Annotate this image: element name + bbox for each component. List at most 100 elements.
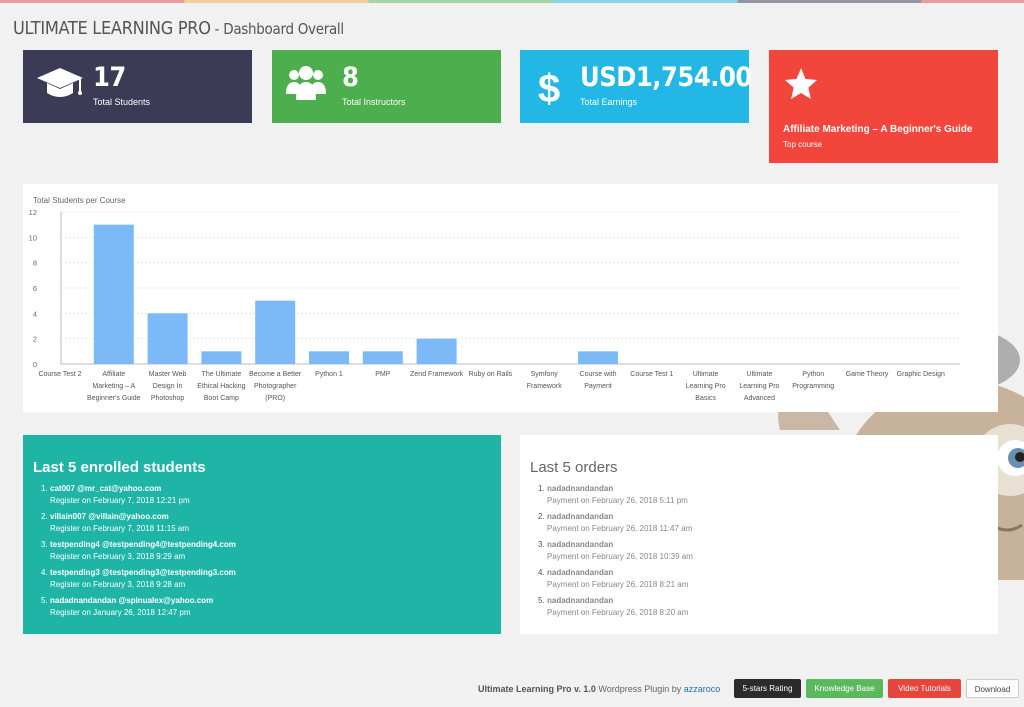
total-instructors-label: Total Instructors <box>342 97 406 107</box>
chart-bar <box>201 351 242 364</box>
chart-svg: Total Students per Course 0 2 4 6 8 10 12 Course… <box>29 196 960 402</box>
graduation-cap-icon <box>37 68 83 97</box>
payment-date: Payment on February 26, 2018 11:47 am <box>547 524 693 533</box>
download-button[interactable]: Download <box>966 679 1019 698</box>
item-number: 2. <box>41 512 48 521</box>
star-icon <box>784 68 818 99</box>
order-customer[interactable]: nadadnandandan <box>547 484 613 493</box>
order-customer[interactable]: nadadnandandan <box>547 512 613 521</box>
total-students-card: 17 Total Students <box>23 50 252 123</box>
item-number: 5. <box>538 596 545 605</box>
orders-list: 1. nadadnandandan Payment on February 26, … <box>530 484 693 624</box>
chart-title: Total Students per Course <box>33 196 126 205</box>
order-customer[interactable]: nadadnandandan <box>547 568 613 577</box>
payment-date: Payment on February 26, 2018 8:20 am <box>547 608 689 617</box>
y-tick-label: 6 <box>33 284 37 293</box>
chart-bar <box>416 338 457 364</box>
y-tick-label: 10 <box>29 233 37 242</box>
y-tick-label: 0 <box>33 360 37 369</box>
top-course-label: Top course <box>783 140 823 149</box>
chart-bar <box>362 351 403 364</box>
payment-date: Payment on February 26, 2018 8:21 am <box>547 580 689 589</box>
x-tick-label: Course with Payment <box>580 371 617 390</box>
chart-bar <box>255 300 296 364</box>
x-tick-label: Course Test 2 <box>38 371 81 378</box>
y-tick-label: 4 <box>33 309 37 318</box>
top-course-card[interactable]: Affiliate Marketing – A Beginner's Guide… <box>769 50 998 163</box>
page-subtitle: Dashboard Overall <box>223 20 344 38</box>
x-tick-label: Affiliate Marketing – A Beginner's Guide <box>87 371 141 402</box>
footer-brand: Ultimate Learning Pro v. 1.0 <box>478 684 596 694</box>
register-date: Register on January 26, 2018 12:47 pm <box>50 608 191 617</box>
x-tick-label: Python Programming <box>792 371 834 390</box>
item-number: 1. <box>538 484 545 493</box>
student-name[interactable]: testpending4 @testpending4@testpending4.… <box>50 540 236 549</box>
x-tick-label: Game Theory <box>846 371 889 378</box>
item-number: 3. <box>41 540 48 549</box>
x-tick-label: The Ultimate Ethical Hacking Boot Camp <box>197 371 245 402</box>
x-tick-label: Ultimate Learning Pro Basics <box>686 371 726 402</box>
rating-button[interactable]: 5-stars Rating <box>734 679 801 698</box>
x-tick-label: Master Web Design In Photoshop <box>149 371 187 402</box>
knowledge-base-button[interactable]: Knowledge Base <box>806 679 883 698</box>
total-earnings-card: $ USD1,754.00 Total Earnings <box>520 50 752 123</box>
payment-date: Payment on February 26, 2018 10:39 am <box>547 552 693 561</box>
title-separator: - <box>210 20 224 38</box>
x-tick-label: Course Test 1 <box>630 371 673 378</box>
x-tick-label: Ultimate Learning Pro Advanced <box>739 371 779 402</box>
student-name[interactable]: villain007 @villain@yahoo.com <box>50 512 169 521</box>
list-item: 4. testpending3 @testpending3@testpending… <box>33 568 236 596</box>
list-item: 1. nadadnandandan Payment on February 26, … <box>530 484 693 512</box>
x-tick-label: Symfony Framework <box>527 371 563 390</box>
item-number: 4. <box>538 568 545 577</box>
total-students-value: 17 <box>93 62 126 93</box>
x-tick-label: Python 1 <box>315 371 343 378</box>
top-course-name[interactable]: Affiliate Marketing – A Beginner's Guide <box>783 124 972 135</box>
item-number: 4. <box>41 568 48 577</box>
chart-bar <box>147 313 188 364</box>
video-tutorials-button[interactable]: Video Tutorials <box>888 679 961 698</box>
list-item: 3. nadadnandandan Payment on February 26, … <box>530 540 693 568</box>
list-item: 5. nadadnandandan @spinualex@yahoo.com Reg… <box>33 596 236 624</box>
list-item: 2. nadadnandandan Payment on February 26, … <box>530 512 693 540</box>
payment-date: Payment on February 26, 2018 5:11 pm <box>547 496 688 505</box>
order-customer[interactable]: nadadnandandan <box>547 540 613 549</box>
last-enrolled-students-panel: Last 5 enrolled students 1. cat007 @mr_ca… <box>23 435 501 634</box>
y-tick-label: 12 <box>29 208 37 217</box>
list-item: 5. nadadnandandan Payment on February 26, … <box>530 596 693 624</box>
register-date: Register on February 7, 2018 11:15 am <box>50 524 190 533</box>
last-orders-panel: Last 5 orders 1. nadadnandandan Payment on… <box>520 435 998 634</box>
x-tick-label: Graphic Design <box>897 371 945 378</box>
student-name[interactable]: cat007 @mr_cat@yahoo.com <box>50 484 161 493</box>
top-color-stripe <box>0 0 1024 3</box>
register-date: Register on February 3, 2018 9:28 am <box>50 580 186 589</box>
chart-bar <box>578 351 618 364</box>
y-tick-label: 2 <box>33 335 37 344</box>
total-earnings-value: USD1,754.00 <box>580 62 752 93</box>
footer-author-link[interactable]: azzaroco <box>684 684 721 694</box>
app-title: ULTIMATE LEARNING PRO <box>13 18 211 39</box>
y-tick-label: 8 <box>33 259 37 268</box>
item-number: 1. <box>41 484 48 493</box>
x-tick-label: PMP <box>375 371 391 378</box>
list-item: 1. cat007 @mr_cat@yahoo.com Register on Fe… <box>33 484 236 512</box>
item-number: 2. <box>538 512 545 521</box>
total-earnings-label: Total Earnings <box>580 97 638 107</box>
svg-text:$: $ <box>538 67 560 108</box>
list-item: 4. nadadnandandan Payment on February 26, … <box>530 568 693 596</box>
total-students-label: Total Students <box>93 97 151 107</box>
x-tick-label: Become a Better Photographer (PRO) <box>249 371 302 402</box>
student-name[interactable]: nadadnandandan @spinualex@yahoo.com <box>50 596 213 605</box>
student-name[interactable]: testpending3 @testpending3@testpending3.… <box>50 568 236 577</box>
chart-bar <box>93 224 134 364</box>
x-tick-label: Ruby on Rails <box>469 371 513 378</box>
enrolled-list: 1. cat007 @mr_cat@yahoo.com Register on Fe… <box>33 484 236 624</box>
list-item: 3. testpending4 @testpending4@testpending… <box>33 540 236 568</box>
item-number: 5. <box>41 596 48 605</box>
enrolled-panel-title: Last 5 enrolled students <box>33 459 206 476</box>
users-icon <box>286 66 326 100</box>
page-title: ULTIMATE LEARNING PRO - Dashboard Overal… <box>13 18 344 39</box>
x-tick-label: Zend Framework <box>410 371 463 378</box>
order-customer[interactable]: nadadnandandan <box>547 596 613 605</box>
footer-credits: Ultimate Learning Pro v. 1.0 Wordpress P… <box>478 684 720 694</box>
